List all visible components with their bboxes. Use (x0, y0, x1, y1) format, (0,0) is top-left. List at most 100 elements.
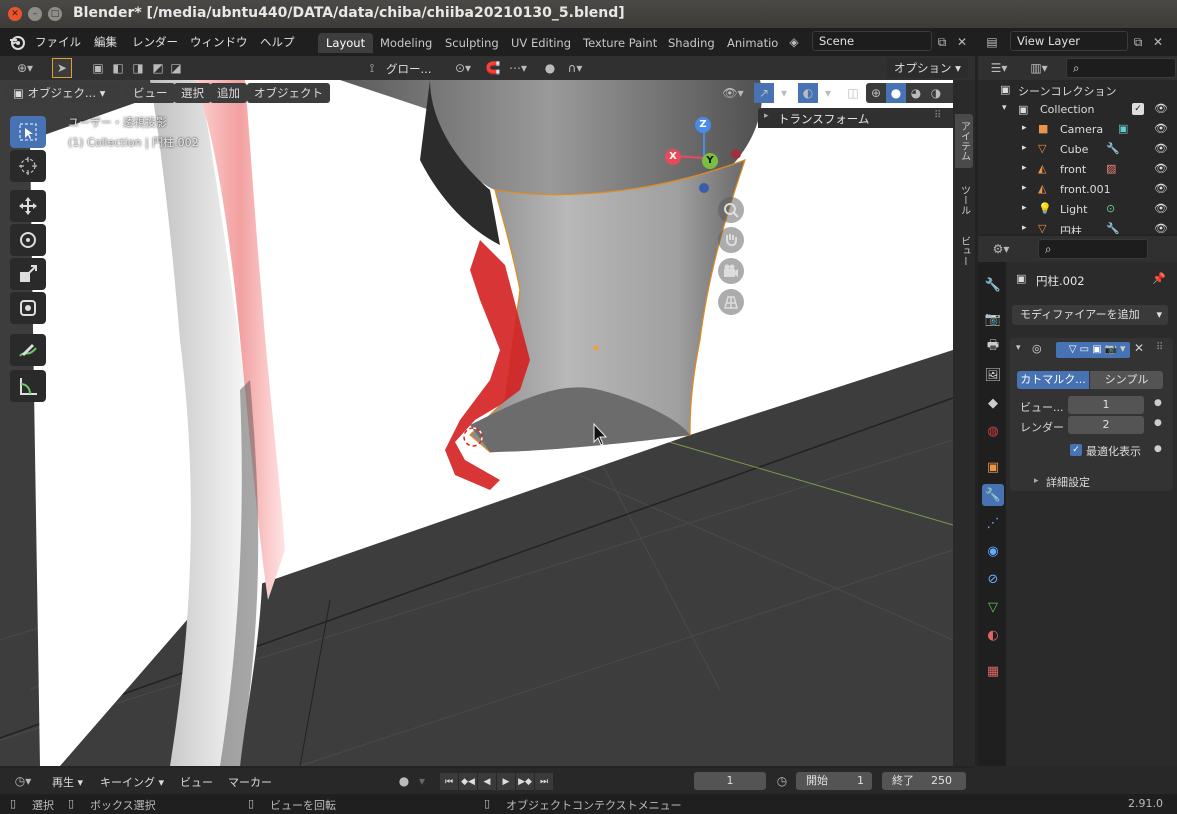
tab-modeling[interactable]: Modeling (372, 33, 440, 53)
select-tool-icon[interactable]: ➤ (52, 58, 72, 78)
ortho-grid-icon[interactable] (718, 289, 744, 315)
catmull-clark-button[interactable]: カトマルク... (1017, 371, 1089, 389)
play-icon[interactable]: ▶ (497, 773, 515, 790)
image-data-icon[interactable]: ▨ (1106, 162, 1116, 175)
expand-icon[interactable]: ▸ (1022, 223, 1027, 233)
shading-dropdown-icon[interactable]: ▾ (946, 83, 954, 103)
tab-item[interactable]: アイテム (955, 114, 973, 168)
overlay-dropdown-icon[interactable]: ▾ (818, 83, 838, 103)
expand-advanced-icon[interactable]: ▸ (1034, 476, 1039, 486)
camera-view-icon[interactable] (718, 258, 744, 284)
transform-orientation-icon[interactable]: ⟟ (362, 58, 382, 78)
properties-search-input[interactable]: ⌕ (1038, 239, 1148, 259)
drag-handle-icon[interactable]: ⠿ (934, 110, 941, 121)
constraints-tab-icon[interactable]: ⊘ (982, 568, 1004, 590)
particles-tab-icon[interactable]: ⋰ (982, 512, 1004, 534)
tab-view[interactable]: ビュー (955, 230, 973, 272)
expand-collection-icon[interactable]: ▾ (1002, 103, 1007, 113)
outliner-item-light[interactable]: ▸ 💡 Light ⊙ 👁 (978, 200, 1177, 220)
view-layer-icon[interactable]: ▤ (982, 32, 1002, 52)
next-keyframe-icon[interactable]: ▶◆ (516, 773, 534, 790)
proportional-edit-icon[interactable]: ● (540, 58, 560, 78)
tab-texture-paint[interactable]: Texture Paint (575, 33, 665, 53)
snap-icon[interactable]: 🧲 (483, 58, 503, 78)
material-shading-icon[interactable]: ◕ (906, 83, 926, 103)
gizmo-axis-y[interactable]: Y (702, 153, 718, 169)
scene-tab-icon[interactable]: ◆ (982, 392, 1004, 414)
new-view-layer-icon[interactable]: ⧉ (1128, 32, 1148, 52)
wireframe-shading-icon[interactable]: ⊕ (866, 83, 886, 103)
outliner-search-input[interactable]: ⌕ (1066, 58, 1176, 78)
end-frame-field[interactable]: 終了 250 (882, 772, 966, 790)
current-frame-field[interactable]: 1 (694, 772, 766, 790)
eye-icon[interactable]: 👁 (1154, 222, 1168, 234)
expand-icon[interactable]: ▸ (1022, 123, 1027, 133)
select-mode-extend-icon[interactable]: ◧ (108, 58, 128, 78)
view-layer-field[interactable]: View Layer (1010, 31, 1128, 51)
scale-tool-button[interactable] (10, 258, 46, 290)
wrench-icon[interactable]: 🔧 (1106, 142, 1120, 155)
animate-property-icon[interactable]: ● (1154, 444, 1162, 454)
data-tab-icon[interactable]: ▽ (982, 596, 1004, 618)
snap-target-icon[interactable]: ⋯▾ (503, 58, 533, 78)
select-mode-intersect-icon[interactable]: ◪ (166, 58, 186, 78)
expand-icon[interactable]: ▸ (1022, 143, 1027, 153)
menu-render[interactable]: レンダー (132, 34, 178, 50)
physics-tab-icon[interactable]: ◉ (982, 540, 1004, 562)
solid-shading-icon[interactable]: ● (886, 83, 906, 103)
select-mode-invert-icon[interactable]: ◩ (148, 58, 168, 78)
wrench-icon[interactable]: 🔧 (1106, 222, 1120, 234)
gizmo-axis-z[interactable]: Z (695, 117, 711, 133)
gizmo-dropdown-icon[interactable]: ▾ (774, 83, 794, 103)
tool-tab-icon[interactable]: 🔧 (982, 274, 1004, 296)
cursor-tool-button[interactable] (10, 150, 46, 182)
expand-icon[interactable]: ▸ (1022, 203, 1027, 213)
outliner-item-front-001[interactable]: ▸ ◭ front.001 👁 (978, 180, 1177, 200)
menu-file[interactable]: ファイル (35, 34, 81, 50)
blender-logo-icon[interactable] (8, 33, 26, 51)
render-tab-icon[interactable]: 📷 (982, 308, 1004, 330)
animate-property-icon[interactable]: ● (1154, 398, 1162, 408)
pin-icon[interactable]: 📌 (1152, 272, 1166, 285)
pivot-point-icon[interactable]: ⊙▾ (450, 58, 476, 78)
transform-tool-button[interactable] (10, 292, 46, 324)
tab-shading[interactable]: Shading (660, 33, 723, 53)
levels-viewport-field[interactable]: 1 (1068, 396, 1144, 414)
advanced-section-label[interactable]: 詳細設定 (1046, 474, 1090, 490)
jump-start-icon[interactable]: ⏮ (440, 773, 458, 790)
outliner-item-camera[interactable]: ▸ ■ Camera ▣ 👁 (978, 120, 1177, 140)
visibility-icon[interactable]: 👁▾ (718, 83, 748, 103)
menu-window[interactable]: ウィンドウ (190, 34, 248, 50)
marker-menu[interactable]: マーカー (228, 774, 272, 790)
render-levels-field[interactable]: 2 (1068, 416, 1144, 434)
properties-editor-type-icon[interactable]: ⚙▾ (986, 239, 1016, 259)
eye-icon[interactable]: 👁 (1154, 202, 1168, 215)
material-tab-icon[interactable]: ◐ (982, 624, 1004, 646)
display-mode-icon[interactable]: ▥▾ (1024, 58, 1054, 78)
object-name[interactable]: 円柱.002 (1036, 273, 1085, 289)
timeline-view-menu[interactable]: ビュー (180, 774, 213, 790)
delete-scene-icon[interactable]: ✕ (952, 32, 972, 52)
camera-data-icon[interactable]: ▣ (1118, 122, 1128, 135)
object-mode-dropdown[interactable]: ▣ オブジェク... ▾ (6, 83, 120, 103)
maximize-window-button[interactable]: □ (48, 7, 62, 21)
animate-property-icon[interactable]: ● (1154, 418, 1162, 428)
scene-icon[interactable]: ◈ (784, 32, 804, 52)
scene-collection-row[interactable]: ▣ シーンコレクション (978, 80, 1177, 100)
modifier-tab-icon[interactable]: 🔧 (982, 484, 1004, 506)
close-window-button[interactable]: ✕ (8, 7, 22, 21)
outliner-item-cylinder[interactable]: ▸ ▽ 円柱 🔧 👁 (978, 220, 1177, 234)
select-mode-subtract-icon[interactable]: ◨ (128, 58, 148, 78)
select-mode-new-icon[interactable]: ▣ (88, 58, 108, 78)
transform-panel-header[interactable]: ▸ トランスフォーム ⠿ (758, 108, 953, 128)
tab-uv-editing[interactable]: UV Editing (503, 33, 579, 53)
select-menu[interactable]: 選択 (174, 83, 211, 103)
add-menu[interactable]: 追加 (210, 83, 247, 103)
start-frame-field[interactable]: 開始 1 (796, 772, 872, 790)
minimize-window-button[interactable]: – (28, 7, 42, 21)
expand-icon[interactable]: ▸ (1022, 183, 1027, 193)
record-dropdown-icon[interactable]: ▾ (412, 771, 432, 791)
jump-end-icon[interactable]: ⏭ (535, 773, 553, 790)
expand-icon[interactable]: ▸ (1022, 163, 1027, 173)
simple-button[interactable]: シンプル (1090, 371, 1163, 389)
